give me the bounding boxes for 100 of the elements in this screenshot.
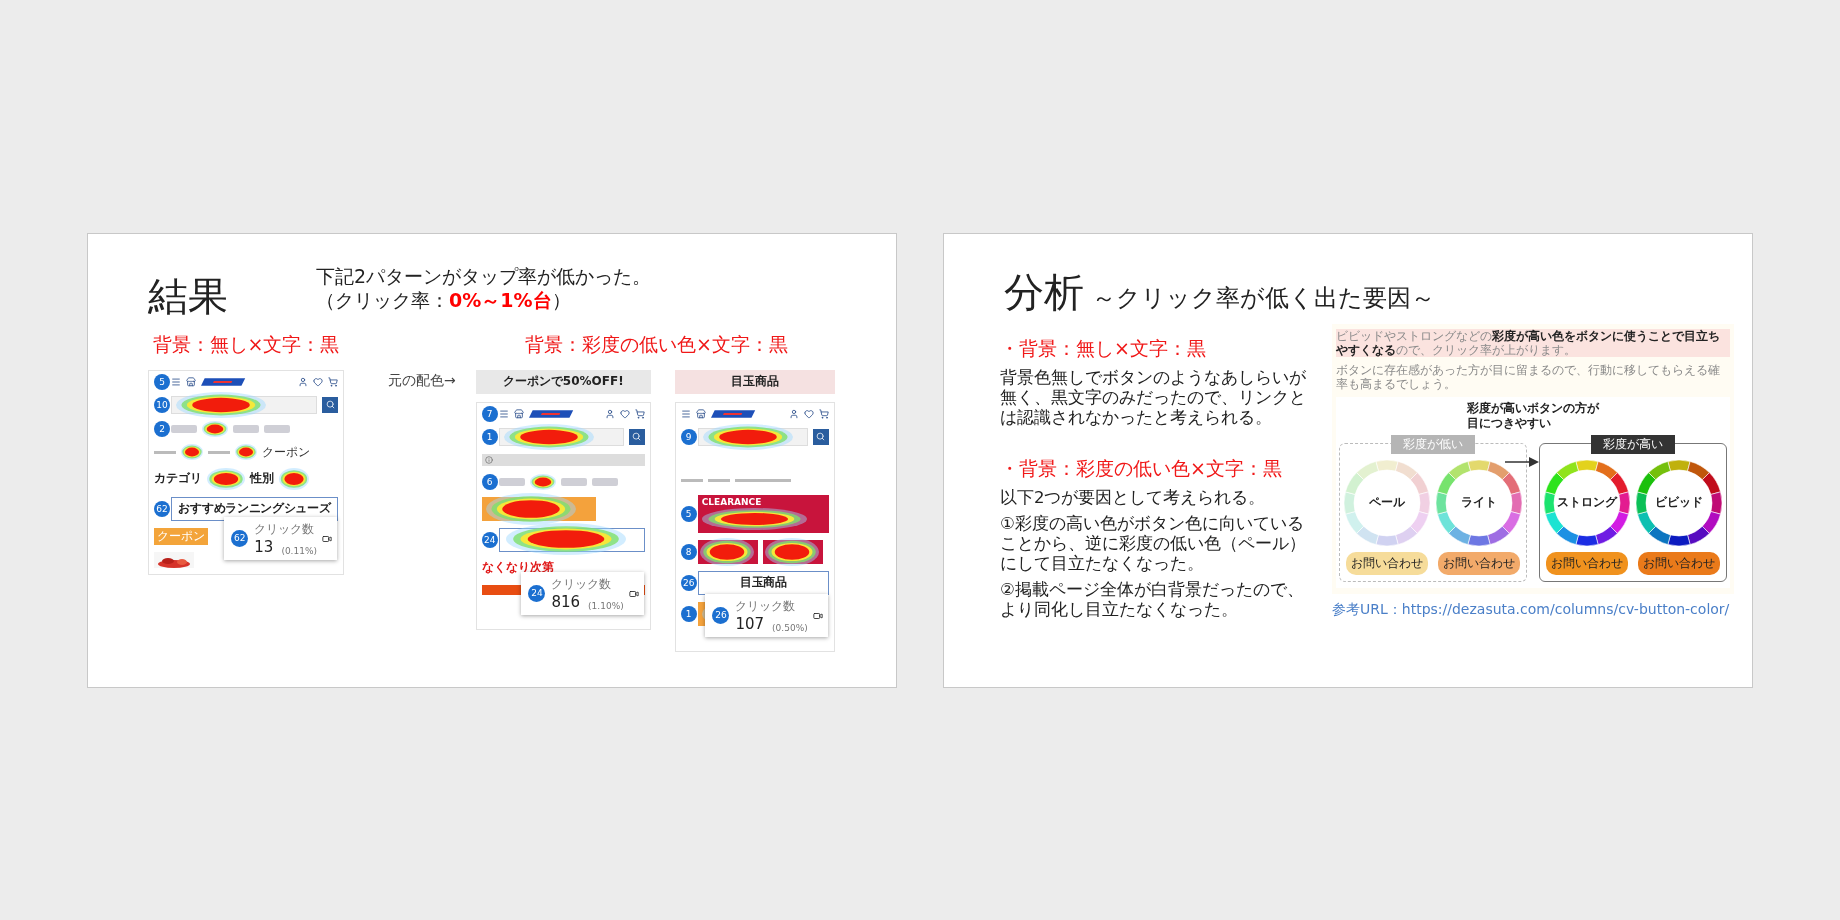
body-text: 背景色無しでボタンのようなあしらいが無く、黒文字のみだったので、リンクとは認識されなかったと考えられる。 [1000, 367, 1307, 428]
heatmap-spot [207, 467, 245, 490]
contact-button[interactable]: お問い合わせ [1438, 551, 1520, 575]
click-rate: (0.11%) [281, 545, 317, 556]
account-icon[interactable] [788, 408, 799, 419]
group-label: 彩度が高い [1591, 434, 1675, 454]
coupon-tag: クーポン [154, 527, 208, 545]
search-icon[interactable] [816, 432, 826, 441]
heatmap-spot [699, 537, 754, 566]
section-heading: ・背景：無し×文字：黒 [1000, 335, 1207, 361]
logo-icon [201, 376, 247, 387]
store-icon[interactable] [513, 408, 524, 419]
click-rank-badge: 5 [680, 505, 697, 522]
article-text: ビビッドやストロングなどの彩度が高い色をボタンに使うことで目立ちやすくなるので、クリック率が上がります。 [1336, 328, 1730, 357]
video-icon[interactable] [628, 588, 639, 599]
click-rank-badge: 62 [154, 500, 170, 517]
click-rank-badge: 10 [154, 396, 170, 413]
popup-label: クリック数 [735, 597, 797, 615]
heatmap-spot [181, 444, 203, 460]
category-link[interactable]: カテゴリ [154, 470, 202, 487]
popup-label: クリック数 [254, 520, 316, 538]
arrow-icon [1505, 456, 1539, 467]
slide-title: 分析 [1004, 267, 1084, 317]
nav-link[interactable]: クーポン [262, 443, 310, 461]
click-rate: (1.10%) [588, 600, 624, 611]
store-icon[interactable] [695, 408, 706, 419]
reference-link[interactable]: 参考URL：https://dezasuta.com/columns/cv-button-color/ [1332, 599, 1730, 618]
diagram-title: 彩度が高いボタンの方が目につきやすい [1467, 400, 1599, 431]
click-rank-badge: 1 [680, 605, 697, 622]
heatmap-spot [235, 444, 257, 460]
click-count: 107 [735, 614, 765, 633]
pattern-heading: 背景：彩度の低い色×文字：黒 [524, 331, 788, 357]
click-rate: (0.50%) [772, 622, 808, 633]
heatmap-spot [529, 473, 556, 490]
text-line [154, 450, 176, 454]
menu-icon[interactable] [498, 408, 509, 419]
wheel-label: ライト [1461, 494, 1497, 511]
heatmap-spot [279, 467, 309, 490]
note-text: 元の配色→ [388, 371, 456, 390]
search-button[interactable] [812, 428, 829, 445]
logo-icon [710, 408, 757, 419]
click-rank-badge: 8 [680, 543, 697, 560]
cart-icon[interactable] [818, 408, 829, 419]
banner-text: CLEARANCE [701, 496, 762, 507]
wheel-label: ビビッド [1655, 494, 1703, 511]
search-button[interactable] [628, 428, 645, 445]
search-icon[interactable] [632, 432, 642, 441]
click-rank-badge: 1 [481, 428, 498, 445]
account-icon[interactable] [604, 408, 615, 419]
click-rank-badge: 26 [712, 606, 730, 624]
text-line [680, 479, 703, 482]
click-rank-badge: 24 [481, 531, 498, 548]
click-rank-badge: 62 [231, 529, 249, 547]
click-rank-badge: 5 [154, 373, 170, 390]
click-rank-badge: 6 [481, 473, 498, 490]
video-icon[interactable] [322, 533, 332, 544]
logo-icon [528, 408, 575, 419]
click-count: 13 [254, 537, 274, 556]
click-rank-badge: 7 [481, 405, 498, 422]
click-rate-text: （クリック率：0%～1%台） [316, 287, 572, 312]
text-line [707, 479, 730, 482]
cart-icon[interactable] [328, 376, 338, 387]
text-line [734, 479, 791, 482]
body-text: ①彩度の高い色がボタン色に向いていることから、逆に彩度の低い色（ペール）にして目立たなくなった。 [1000, 513, 1307, 574]
group-label: 彩度が低い [1391, 434, 1475, 454]
click-rank-badge: 9 [680, 428, 697, 445]
info-icon [484, 455, 493, 464]
color-sample-bar: 目玉商品 [674, 369, 835, 394]
menu-icon[interactable] [171, 376, 181, 387]
heart-icon[interactable] [803, 408, 814, 419]
body-text: ②掲載ページ全体が白背景だったので、より同化し目立たなくなった。 [1000, 579, 1305, 620]
click-rank-badge: 2 [154, 420, 170, 437]
heart-icon[interactable] [313, 376, 323, 387]
pattern-heading: 背景：無し×文字：黒 [152, 331, 340, 357]
heart-icon[interactable] [619, 408, 630, 419]
search-icon[interactable] [325, 400, 335, 409]
account-icon[interactable] [298, 376, 308, 387]
video-icon[interactable] [812, 610, 823, 621]
popup-label: クリック数 [551, 575, 613, 593]
heatmap-spot [202, 420, 228, 437]
click-rank-badge: 24 [528, 584, 546, 602]
lead-text: 下記2パターンがタップ率が低かった。 [316, 263, 652, 288]
color-sample-bar: クーポンで50%OFF! [475, 369, 651, 394]
search-button[interactable] [322, 396, 338, 413]
wheel-label: ストロング [1557, 494, 1617, 511]
heatmap-spot [765, 537, 819, 566]
section-heading: ・背景：彩度の低い色×文字：黒 [1000, 455, 1283, 481]
click-count: 816 [551, 592, 581, 611]
contact-button[interactable]: お問い合わせ [1638, 551, 1720, 575]
wheel-label: ペール [1369, 494, 1405, 511]
store-icon[interactable] [186, 376, 196, 387]
cart-icon[interactable] [634, 408, 645, 419]
menu-icon[interactable] [680, 408, 691, 419]
body-text: 以下2つが要因として考えられる。 [1000, 487, 1267, 508]
slide-title: 結果 [148, 271, 228, 321]
click-rank-badge: 26 [680, 574, 697, 591]
contact-button[interactable]: お問い合わせ [1346, 551, 1428, 575]
category-link[interactable]: 性別 [250, 470, 274, 487]
text-line [208, 450, 230, 454]
contact-button[interactable]: お問い合わせ [1546, 551, 1628, 575]
